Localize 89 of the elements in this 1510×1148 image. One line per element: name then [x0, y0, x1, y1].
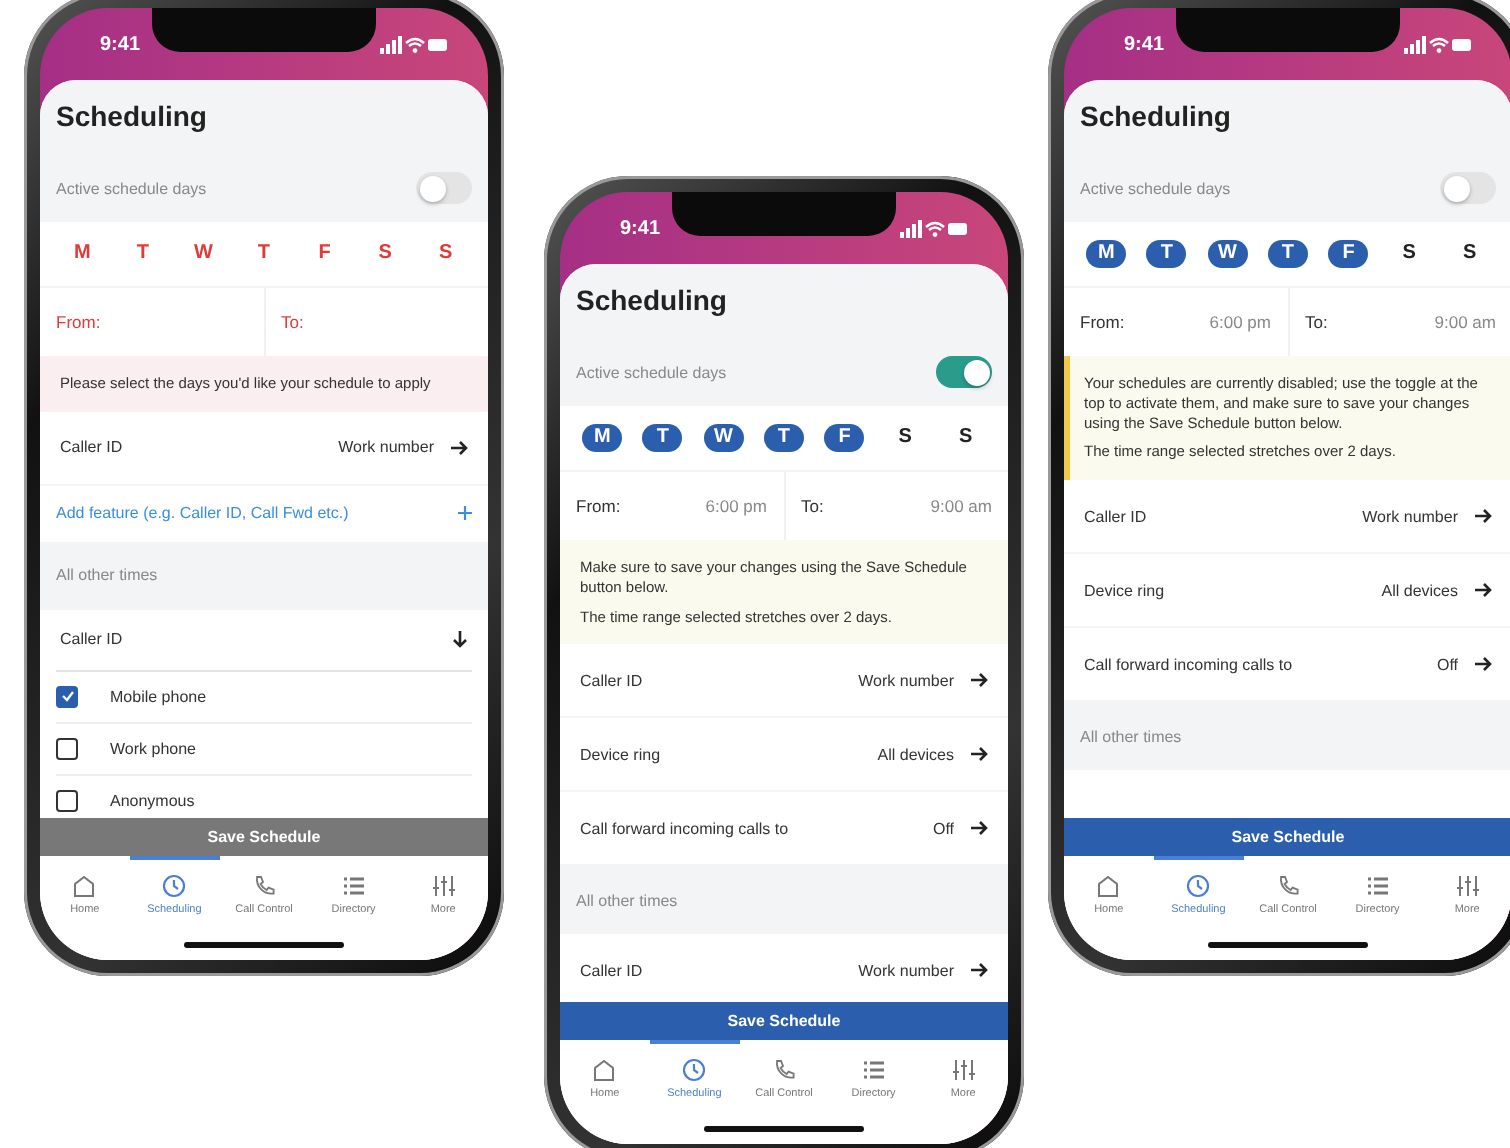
sliders-icon — [431, 873, 456, 897]
arrow-right-icon — [450, 439, 468, 456]
list-icon — [861, 1057, 886, 1081]
day-toggle[interactable]: W — [703, 424, 744, 452]
save-schedule-button[interactable]: Save Schedule — [560, 1002, 1008, 1040]
to-label: To: — [1305, 312, 1328, 332]
feature-row[interactable]: Caller ID Work number — [1064, 480, 1510, 554]
home-icon — [72, 873, 97, 897]
day-toggle[interactable]: T — [642, 424, 683, 452]
phone-icon — [771, 1057, 796, 1081]
feature-row[interactable]: Caller ID Work number — [560, 644, 1008, 719]
option-label: Mobile phone — [110, 687, 207, 706]
status-icons — [380, 35, 448, 53]
day-toggle[interactable]: S — [885, 424, 926, 452]
day-toggle[interactable]: T — [1146, 240, 1187, 268]
day-toggle[interactable]: S — [1449, 240, 1490, 268]
phone-icon — [1275, 873, 1300, 897]
clock-icon — [682, 1057, 707, 1081]
list-icon — [341, 873, 366, 897]
home-icon — [1096, 873, 1121, 897]
plus-icon — [458, 506, 472, 521]
status-icons — [900, 219, 968, 237]
from-time[interactable]: 6:00 pm — [705, 496, 767, 516]
day-toggle[interactable]: S — [1389, 240, 1430, 268]
clock-icon — [162, 873, 187, 897]
from-time[interactable]: 6:00 pm — [1209, 312, 1271, 332]
section-label: Active schedule days — [576, 363, 727, 381]
section-label: All other times — [576, 891, 678, 910]
home-icon — [592, 1057, 617, 1081]
save-schedule-button[interactable]: Save Schedule — [1064, 818, 1510, 856]
section-label: Active schedule days — [1080, 179, 1231, 197]
arrow-right-icon — [970, 962, 988, 979]
to-label: To: — [801, 496, 824, 516]
arrow-right-icon — [1474, 508, 1492, 524]
section-label: All other times — [56, 566, 158, 585]
to-time[interactable]: 9:00 am — [1434, 312, 1496, 332]
status-time: 9:41 — [100, 33, 141, 55]
toggle-switch[interactable] — [416, 172, 472, 204]
sliders-icon — [951, 1057, 976, 1081]
day-toggle[interactable]: F — [1328, 240, 1369, 268]
arrow-right-icon — [970, 672, 988, 689]
status-time: 9:41 — [620, 217, 661, 239]
section-label: Active schedule days — [56, 179, 207, 197]
day-toggle[interactable]: T — [1267, 240, 1308, 268]
day-toggle[interactable]: T — [763, 424, 804, 452]
option-label: Work phone — [110, 739, 196, 758]
add-feature-link[interactable]: Add feature (e.g. Caller ID, Call Fwd etc.) — [40, 485, 488, 542]
day-toggle[interactable]: W — [1207, 240, 1248, 268]
status-icons — [1404, 35, 1472, 53]
clock-icon — [1186, 873, 1211, 897]
day-toggle[interactable]: S — [365, 240, 406, 268]
screen-title: Scheduling — [1080, 100, 1233, 132]
option-label: Anonymous — [110, 791, 195, 810]
from-label: From: — [1080, 312, 1125, 332]
toggle-switch[interactable] — [1440, 172, 1496, 204]
arrow-right-icon — [1474, 582, 1492, 598]
to-label: To: — [281, 312, 304, 332]
screen-title: Scheduling — [56, 100, 209, 132]
day-toggle[interactable]: F — [824, 424, 865, 452]
day-toggle[interactable]: T — [122, 240, 163, 268]
arrow-right-icon — [1474, 656, 1492, 672]
arrow-down-icon — [452, 630, 468, 649]
feature-row[interactable]: Device ring All devices — [560, 718, 1008, 793]
day-toggle[interactable]: S — [945, 424, 986, 452]
toggle-switch[interactable] — [936, 356, 992, 388]
phone-icon — [251, 873, 276, 897]
day-toggle[interactable]: M — [582, 424, 623, 452]
checkbox[interactable] — [56, 685, 78, 708]
sliders-icon — [1455, 873, 1480, 897]
to-time[interactable]: 9:00 am — [930, 496, 992, 516]
checkbox[interactable] — [56, 737, 78, 760]
day-toggle[interactable]: F — [304, 240, 345, 268]
checkbox[interactable] — [56, 789, 78, 812]
from-label: From: — [576, 496, 621, 516]
status-time: 9:41 — [1124, 33, 1165, 55]
arrow-right-icon — [970, 746, 988, 763]
day-toggle[interactable]: S — [425, 240, 466, 268]
dropdown[interactable]: Caller ID — [56, 609, 472, 672]
day-toggle[interactable]: T — [243, 240, 284, 268]
day-toggle[interactable]: M — [1086, 240, 1127, 268]
screen-title: Scheduling — [576, 284, 729, 316]
from-label: From: — [56, 312, 101, 332]
section-label: All other times — [1080, 727, 1182, 745]
arrow-right-icon — [970, 820, 988, 837]
day-toggle[interactable]: M — [62, 240, 103, 268]
day-toggle[interactable]: W — [183, 240, 224, 268]
feature-row[interactable]: Device ring All devices — [1064, 554, 1510, 628]
list-icon — [1365, 873, 1390, 897]
feature-row[interactable]: Caller ID Work number — [40, 411, 488, 486]
